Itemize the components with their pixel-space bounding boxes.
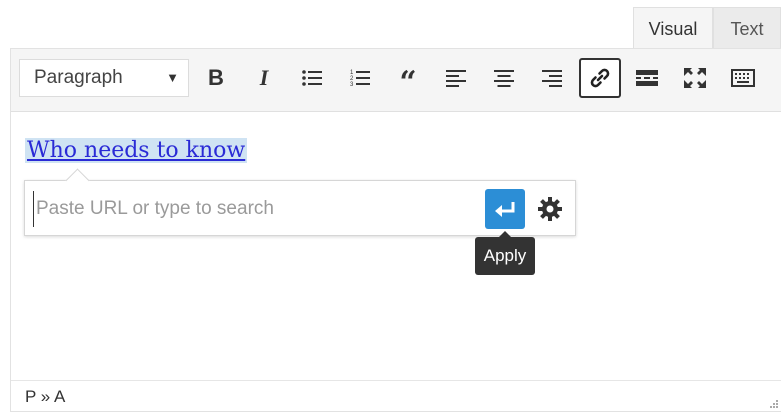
- italic-button[interactable]: I: [245, 59, 283, 97]
- italic-icon: I: [259, 65, 269, 90]
- editor-toolbar: Paragraph ▼ B I 123 “: [11, 49, 781, 112]
- read-more-icon: [636, 70, 658, 86]
- bulleted-list-icon: [302, 70, 322, 86]
- element-path[interactable]: P » A: [25, 387, 65, 407]
- format-select[interactable]: Paragraph ▼: [19, 59, 189, 97]
- fullscreen-button[interactable]: [676, 59, 714, 97]
- quote-icon: “: [399, 65, 417, 100]
- url-input[interactable]: [33, 191, 478, 227]
- align-center-button[interactable]: [485, 59, 523, 97]
- svg-text:3: 3: [350, 82, 354, 88]
- selected-link-text[interactable]: Who needs to know: [25, 138, 248, 163]
- link-button[interactable]: [579, 58, 621, 98]
- numbered-list-button[interactable]: 123: [341, 59, 379, 97]
- bulleted-list-button[interactable]: [293, 59, 331, 97]
- bold-button[interactable]: B: [197, 59, 235, 97]
- apply-tooltip: Apply: [475, 231, 535, 275]
- blockquote-button[interactable]: “: [389, 59, 427, 100]
- apply-tooltip-text: Apply: [483, 246, 527, 265]
- toolbar-toggle-button[interactable]: [724, 59, 762, 97]
- apply-button[interactable]: [485, 189, 525, 229]
- read-more-button[interactable]: [628, 59, 666, 97]
- tab-text[interactable]: Text: [713, 7, 781, 49]
- enter-icon: [495, 202, 515, 217]
- tab-visual[interactable]: Visual: [633, 7, 713, 49]
- editor-content[interactable]: Who needs to know: [11, 112, 781, 382]
- gear-icon: [538, 197, 562, 221]
- align-center-icon: [494, 70, 514, 87]
- link-popup: [24, 168, 576, 236]
- editor-frame: Paragraph ▼ B I 123 “ Who needs to know …: [10, 48, 781, 412]
- popup-arrow: [65, 168, 90, 193]
- link-settings-button[interactable]: [533, 189, 567, 229]
- align-right-button[interactable]: [533, 59, 571, 97]
- format-select-value: Paragraph: [34, 67, 123, 88]
- keyboard-icon: [731, 69, 755, 87]
- align-left-icon: [446, 70, 466, 87]
- editor-statusbar: P » A: [11, 380, 781, 411]
- fullscreen-icon: [684, 68, 706, 88]
- link-icon: [590, 68, 610, 88]
- resize-handle-icon[interactable]: [767, 397, 779, 409]
- tooltip-arrow: [498, 231, 512, 238]
- chevron-down-icon: ▼: [166, 70, 179, 85]
- bold-icon: B: [208, 65, 224, 90]
- align-right-icon: [542, 70, 562, 87]
- numbered-list-icon: 123: [350, 70, 370, 88]
- align-left-button[interactable]: [437, 59, 475, 97]
